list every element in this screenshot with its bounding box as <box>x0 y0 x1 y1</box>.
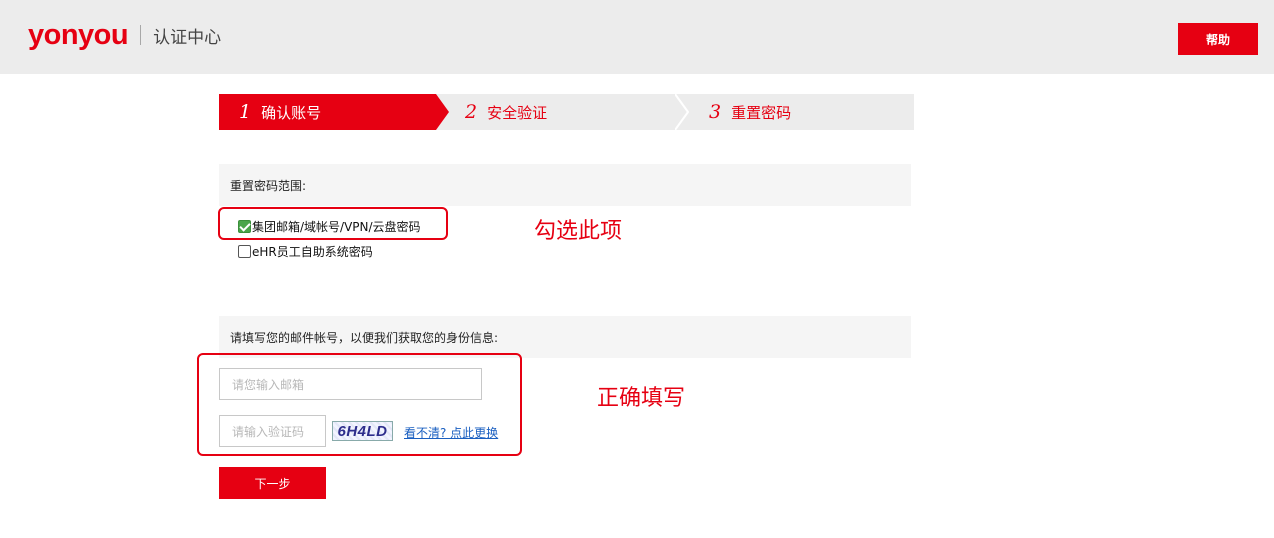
help-button[interactable]: 帮助 <box>1178 23 1258 55</box>
page-title: 认证中心 <box>153 27 222 48</box>
logo-divider <box>140 25 142 45</box>
step-number: 3 <box>709 101 722 123</box>
annotation-fill-hint: 正确填写 <box>597 386 686 411</box>
step-number: 1 <box>239 101 252 123</box>
next-step-button[interactable]: 下一步 <box>219 467 326 499</box>
checkbox-unchecked[interactable] <box>238 245 251 258</box>
annotation-box-fields <box>197 353 522 456</box>
step-progress-bar: 1 确认账号 2 安全验证 3 重置密码 <box>219 94 914 130</box>
step-label: 安全验证 <box>487 103 548 122</box>
step-reset-password: 3 重置密码 <box>709 94 791 130</box>
annotation-box-checkbox <box>218 207 448 240</box>
scope-option-ehr[interactable]: eHR员工自助系统密码 <box>238 243 373 260</box>
step-chevron-divider <box>675 94 689 130</box>
logo-wordmark: yonyou <box>28 19 129 51</box>
reset-scope-heading: 重置密码范围: <box>219 164 911 206</box>
logo[interactable]: yonyou 认证中心 <box>28 18 221 52</box>
option-label: eHR员工自助系统密码 <box>252 245 373 259</box>
account-info-heading: 请填写您的邮件帐号，以便我们获取您的身份信息: <box>219 316 911 358</box>
step-label: 重置密码 <box>731 103 792 122</box>
step-number: 2 <box>465 101 478 123</box>
top-header: yonyou 认证中心 帮助 <box>0 0 1274 74</box>
annotation-check-hint: 勾选此项 <box>534 219 623 244</box>
step-security-verify: 2 安全验证 <box>465 94 547 130</box>
step-label: 确认账号 <box>261 103 322 122</box>
step-confirm-account: 1 确认账号 <box>219 94 449 130</box>
